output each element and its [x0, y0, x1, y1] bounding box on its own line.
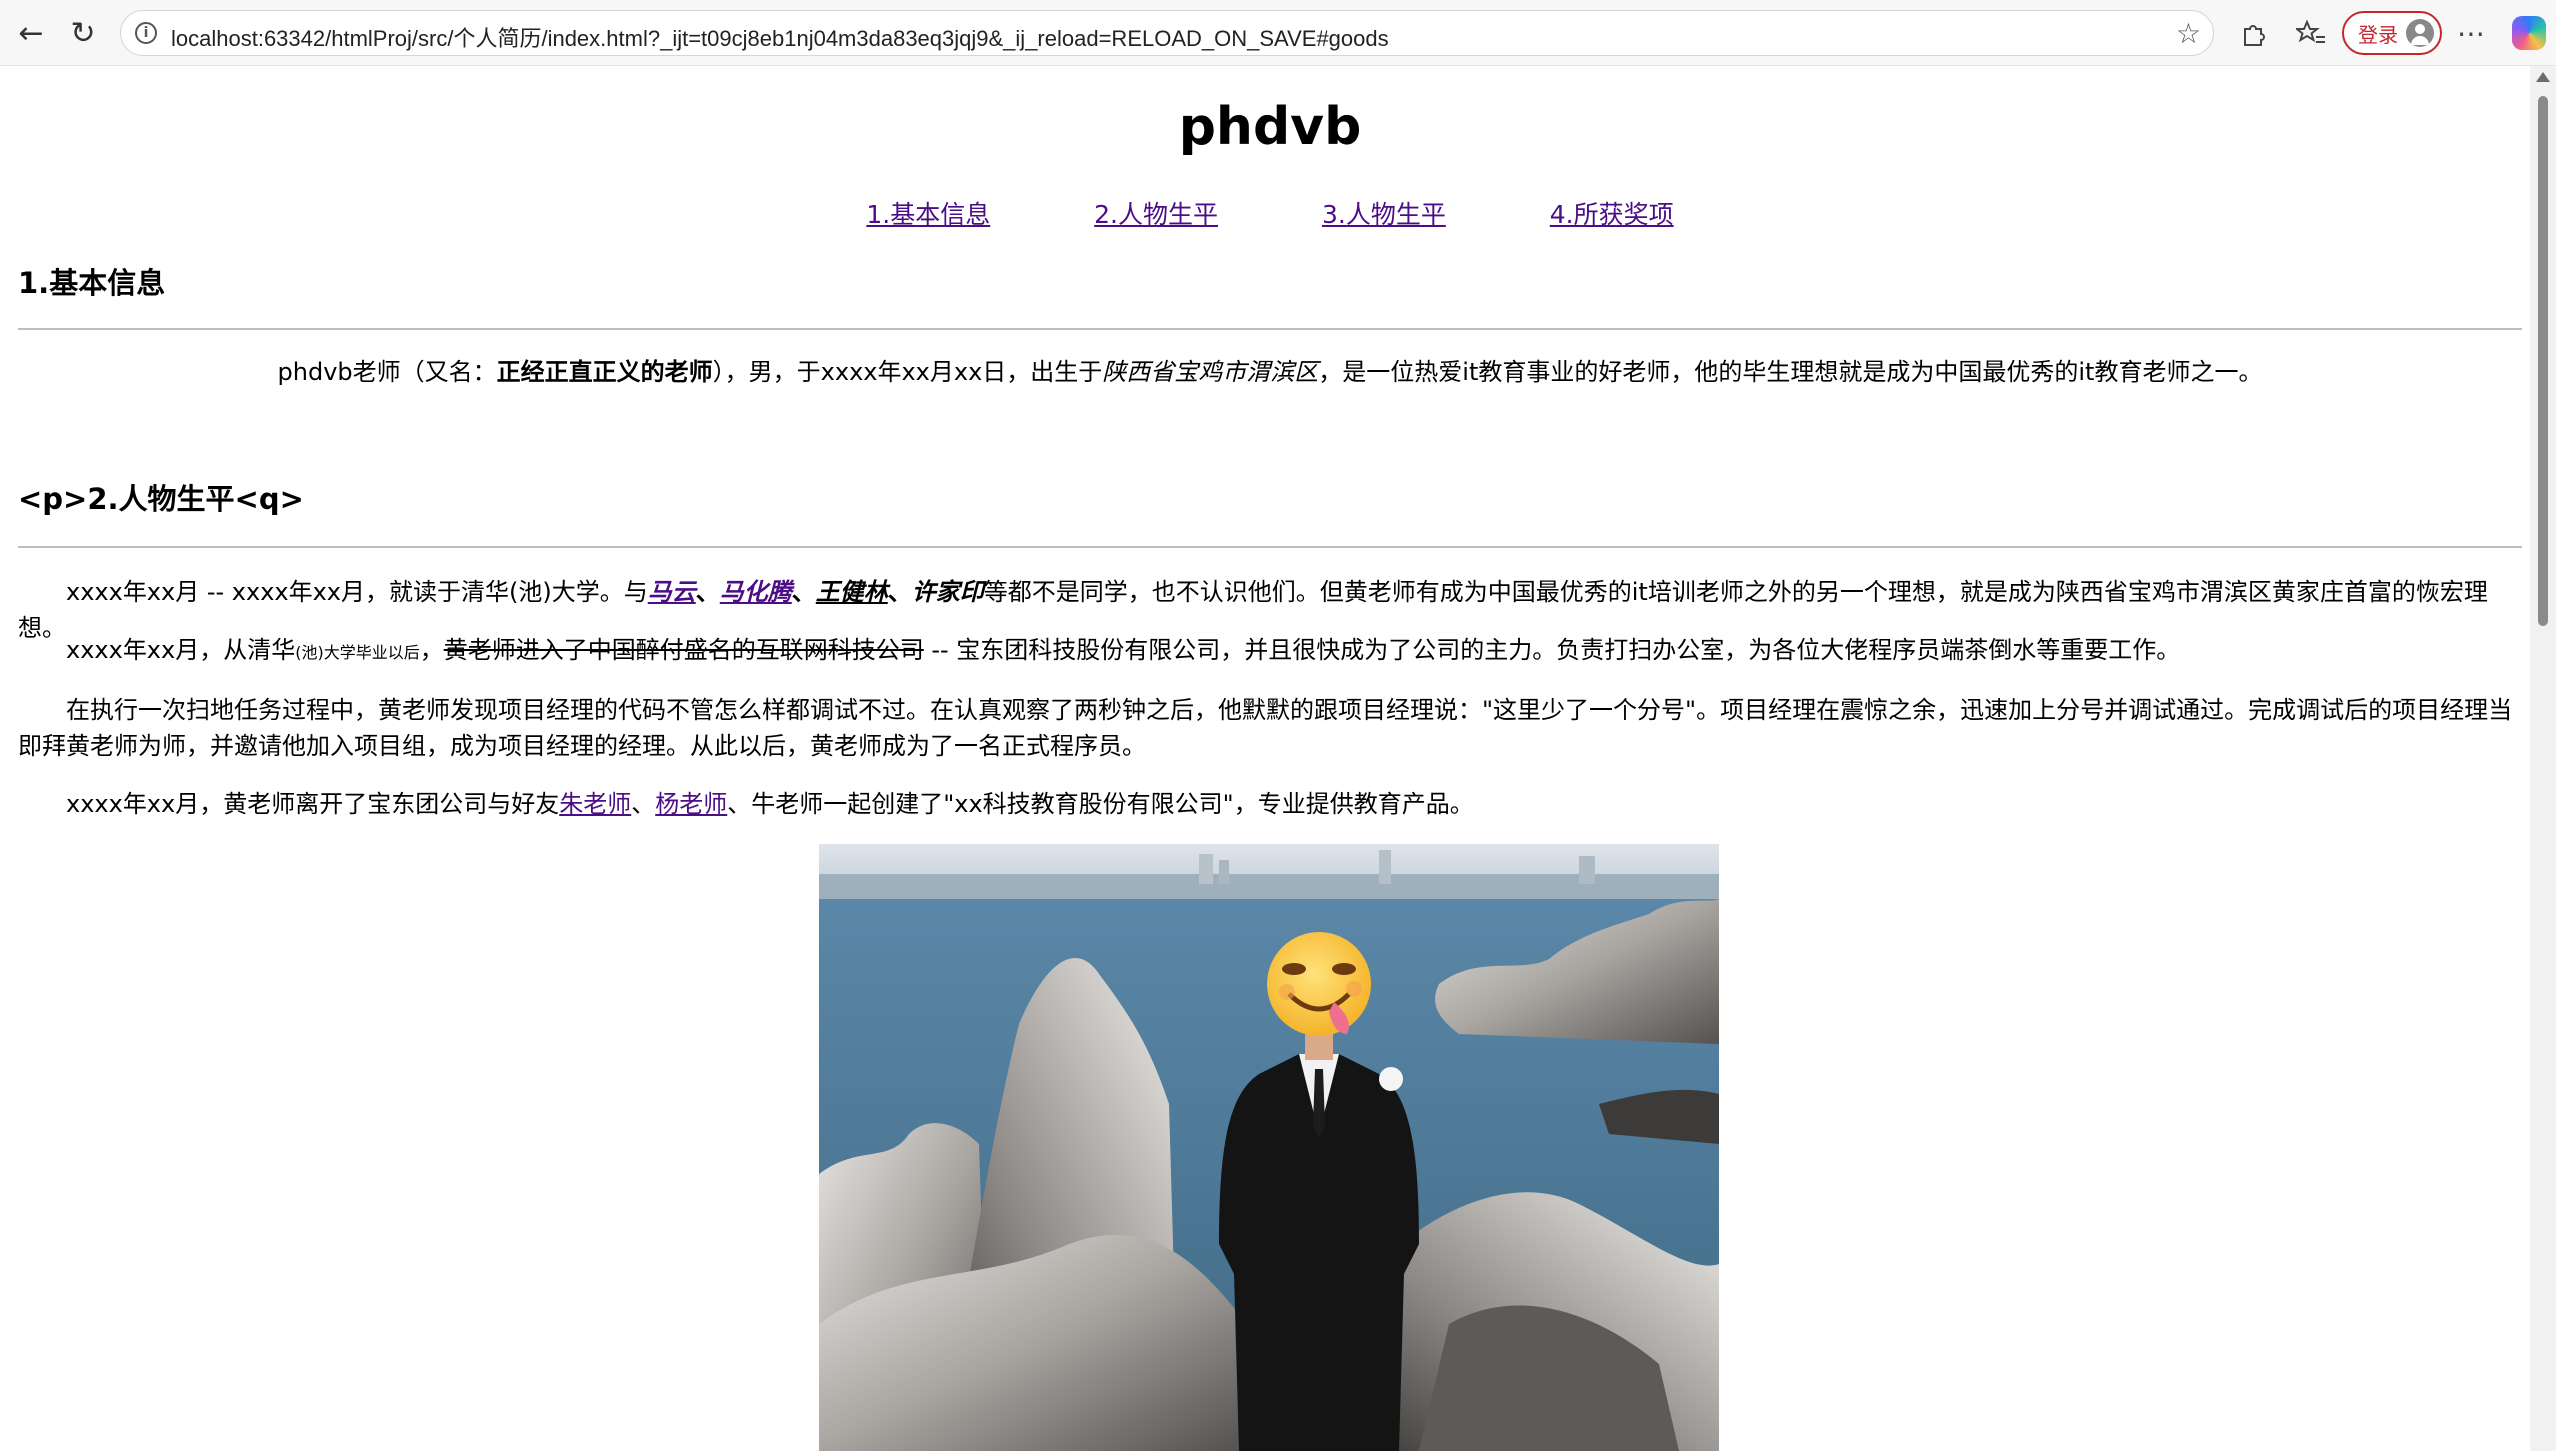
bio-paragraph-3: 在执行一次扫地任务过程中，黄老师发现项目经理的代码不管怎么样都调试不过。在认真观…: [18, 696, 2513, 760]
nav-link-biography[interactable]: 2.人物生平: [1094, 200, 1218, 229]
address-bar[interactable]: i localhost:63342/htmlProj/src/个人简历/inde…: [120, 10, 2214, 56]
link-ma-huateng[interactable]: 马化腾: [720, 578, 792, 606]
page-viewport: phdvb 1.基本信息 2.人物生平 3.人物生平 4.所获奖项 1.基本信息…: [0, 66, 2530, 1451]
link-yang-laoshi[interactable]: 杨老师: [655, 790, 727, 818]
site-info-icon[interactable]: i: [135, 22, 157, 44]
browser-toolbar: ← ↻ i localhost:63342/htmlProj/src/个人简历/…: [0, 0, 2556, 66]
section1-divider: [18, 328, 2522, 330]
login-label: 登录: [2358, 24, 2398, 47]
url-text[interactable]: localhost:63342/htmlProj/src/个人简历/index.…: [171, 21, 1389, 53]
nav-link-basic-info[interactable]: 1.基本信息: [866, 200, 990, 229]
profile-photo: [819, 844, 1719, 1451]
link-zhu-laoshi[interactable]: 朱老师: [559, 790, 631, 818]
section-nav: 1.基本信息 2.人物生平 3.人物生平 4.所获奖项: [18, 196, 2522, 234]
name-wang-jianlin: 王健林: [815, 578, 888, 606]
favorite-star-icon[interactable]: ☆: [2176, 17, 2201, 50]
bio-p1-sep-3: 、: [887, 578, 912, 606]
back-arrow-icon[interactable]: ←: [10, 12, 52, 54]
bio-p4-sep: 、: [631, 790, 656, 818]
name-xu-jiayin: 许家印: [911, 578, 984, 606]
favorites-list-icon[interactable]: [2290, 12, 2332, 54]
page-title: phdvb: [1178, 97, 1362, 157]
scroll-up-arrow-icon[interactable]: [2536, 72, 2550, 82]
nav-link-awards[interactable]: 4.所获奖项: [1550, 200, 1674, 229]
more-menu-icon[interactable]: ⋯: [2450, 12, 2492, 54]
bio-p4-text-a: xxxx年xx月，黄老师离开了宝东团公司与好友: [66, 790, 560, 818]
bio-p2-strike: 黄老师进入了中国醉付盛名的互联网科技公司: [443, 636, 924, 664]
bio-p2-comma: ，: [419, 636, 444, 664]
intro-birthplace: 陕西省宝鸡市渭滨区: [1102, 358, 1319, 386]
extensions-icon[interactable]: [2232, 12, 2274, 54]
intro-alias: 正经正直正义的老师: [496, 358, 713, 386]
intro-text-a: phdvb老师（又名：: [277, 358, 497, 386]
section1-heading: 1.基本信息: [18, 266, 166, 300]
bio-p2-small: (池)大学毕业以后: [295, 643, 420, 662]
profile-avatar-icon: [2406, 19, 2434, 47]
nav-link-biography-2[interactable]: 3.人物生平: [1322, 200, 1446, 229]
bio-p1-sep-1: 、: [695, 578, 720, 606]
bio-p1-sep-2: 、: [791, 578, 816, 606]
link-ma-yun[interactable]: 马云: [648, 578, 696, 606]
bio-p2-text-b: -- 宝东团科技股份有限公司，并且很快成为了公司的主力。负责打扫办公室，为各位大…: [923, 636, 2181, 664]
bio-p2-text-a: xxxx年xx月，从清华: [66, 636, 296, 664]
vertical-scrollbar[interactable]: [2530, 66, 2556, 1451]
bio-paragraph-4: xxxx年xx月，黄老师离开了宝东团公司与好友朱老师、杨老师、牛老师一起创建了"…: [18, 786, 2522, 822]
intro-paragraph: phdvb老师（又名：正经正直正义的老师），男，于xxxx年xx月xx日，出生于…: [18, 354, 2522, 390]
favorites-list-glyph: [2296, 19, 2325, 43]
copilot-icon[interactable]: [2512, 16, 2546, 50]
login-button[interactable]: 登录: [2342, 11, 2442, 55]
reload-icon[interactable]: ↻: [62, 12, 104, 54]
bio-paragraph-2: xxxx年xx月，从清华(池)大学毕业以后，黄老师进入了中国醉付盛名的互联网科技…: [18, 632, 2522, 671]
section2-heading: <p>2.人物生平<q>: [18, 482, 304, 516]
scrollbar-thumb[interactable]: [2538, 96, 2548, 626]
extensions-icon-glyph: [2244, 25, 2265, 46]
section2-divider: [18, 546, 2522, 548]
bio-p4-text-b: 、牛老师一起创建了"xx科技教育股份有限公司"，专业提供教育产品。: [727, 790, 1474, 818]
bio-p1-text-a: xxxx年xx月 -- xxxx年xx月，就读于清华(池)大学。与: [66, 578, 648, 606]
intro-text-c: ，是一位热爱it教育事业的好老师，他的毕生理想就是成为中国最优秀的it教育老师之…: [1318, 358, 2263, 386]
profile-photo-graphic: [819, 844, 1719, 1451]
intro-text-b: ），男，于xxxx年xx月xx日，出生于: [712, 358, 1103, 386]
